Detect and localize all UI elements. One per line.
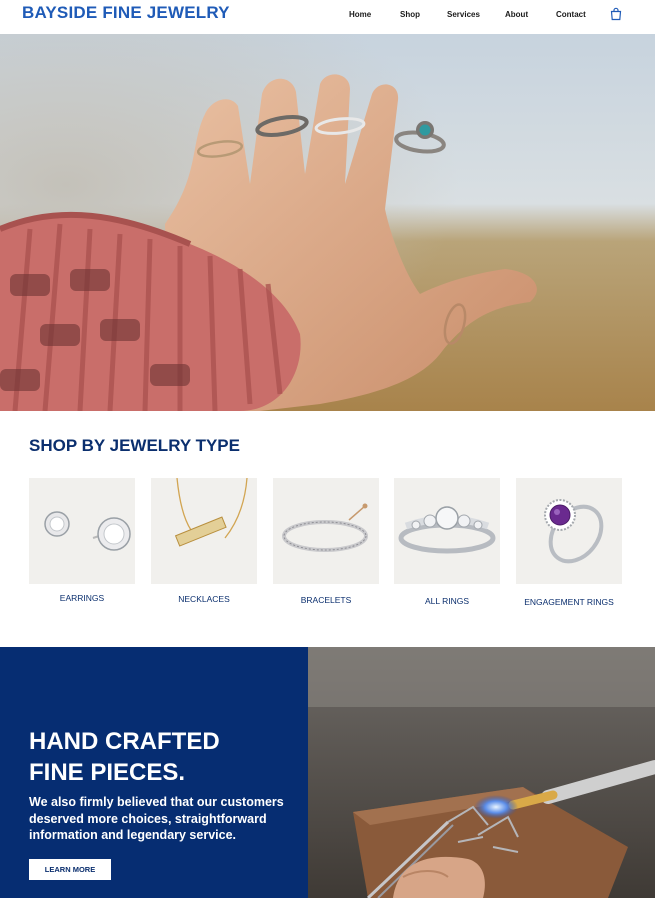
section-title: SHOP BY JEWELRY TYPE [29,436,240,455]
necklace-image [174,478,248,547]
bracelet-image [282,503,368,552]
tile-label-all-rings[interactable]: ALL RINGS [387,596,507,606]
site-logo[interactable]: BAYSIDE FINE JEWELRY [22,3,230,23]
engagement-rings-tile[interactable] [516,478,622,584]
nav-about[interactable]: About [505,10,528,19]
handcrafted-section: HAND CRAFTED FINE PIECES. We also firmly… [0,647,308,898]
hero-image [0,34,655,411]
nav-services[interactable]: Services [447,10,480,19]
necklaces-tile[interactable] [151,478,257,584]
shopping-bag-icon[interactable] [609,7,623,21]
handcrafted-title: HAND CRAFTED FINE PIECES. [29,726,220,788]
learn-more-button[interactable]: LEARN MORE [29,859,111,880]
earrings-image [44,511,131,551]
engagement-ring-image [544,499,604,564]
all-rings-tile[interactable] [394,478,500,584]
tile-label-earrings[interactable]: EARRINGS [22,593,142,603]
handcrafted-title-line1: HAND CRAFTED [29,728,220,755]
tile-label-bracelets[interactable]: BRACELETS [266,595,386,605]
jeweler-soldering-photo [308,647,655,898]
nav-contact[interactable]: Contact [556,10,586,19]
nav-home[interactable]: Home [349,10,371,19]
earrings-tile[interactable] [29,478,135,584]
handcrafted-body: We also firmly believed that our custome… [29,795,284,842]
handcrafted-title-line2: FINE PIECES. [29,759,186,786]
ring-image [398,506,496,554]
bracelets-tile[interactable] [273,478,379,584]
nav-shop[interactable]: Shop [400,10,420,19]
tile-label-necklaces[interactable]: NECKLACES [144,594,264,604]
site-header: BAYSIDE FINE JEWELRY Home Shop Services … [0,0,655,34]
tile-label-engagement-rings[interactable]: ENGAGEMENT RINGS [509,597,629,607]
